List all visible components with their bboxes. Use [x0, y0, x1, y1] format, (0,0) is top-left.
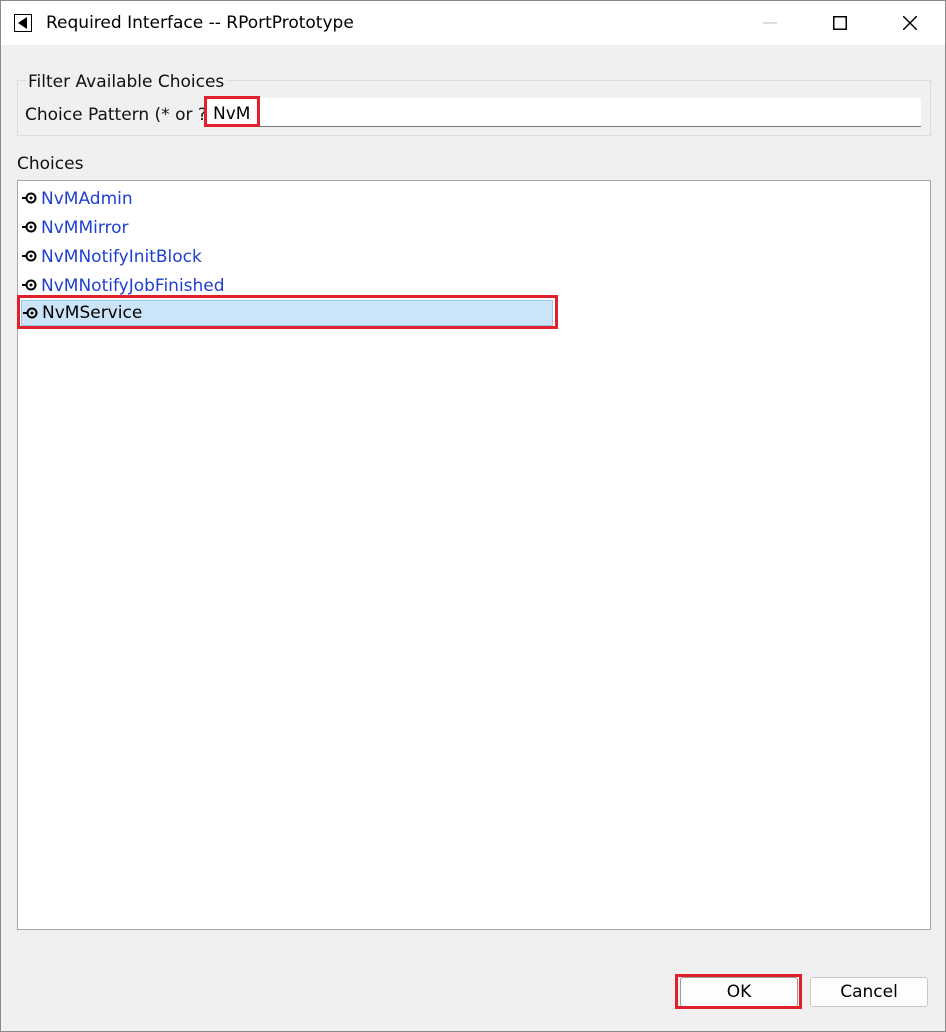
ok-button[interactable]: OK — [680, 977, 798, 1007]
title-bar[interactable]: Required Interface -- RPortPrototype — [1, 1, 945, 45]
port-interface-icon — [22, 250, 37, 262]
window-title: Required Interface -- RPortPrototype — [46, 13, 354, 33]
choice-item-label: NvMNotifyInitBlock — [41, 247, 202, 267]
port-interface-icon — [23, 307, 38, 319]
close-icon — [903, 16, 917, 30]
maximize-button[interactable] — [805, 1, 875, 45]
choices-label: Choices — [17, 154, 84, 174]
app-back-arrow-icon[interactable] — [14, 14, 32, 32]
choice-item-label: NvMAdmin — [41, 189, 133, 209]
choice-item-label: NvMService — [42, 303, 143, 323]
minimize-icon — [763, 22, 777, 24]
dialog-window: Required Interface -- RPortPrototype Fil… — [0, 0, 946, 1032]
port-interface-icon — [22, 279, 37, 291]
cancel-button[interactable]: Cancel — [810, 977, 928, 1007]
port-interface-icon — [22, 221, 37, 233]
port-interface-icon — [22, 192, 37, 204]
maximize-icon — [833, 16, 847, 30]
choice-pattern-input[interactable] — [205, 98, 921, 127]
choices-list[interactable]: NvMAdmin NvMMirror NvMNotifyInitBlock Nv… — [17, 180, 931, 930]
minimize-button[interactable] — [735, 1, 805, 45]
choice-item-label: NvMMirror — [41, 218, 129, 238]
choice-item-nvmservice[interactable]: NvMService — [21, 300, 553, 326]
choice-item-label: NvMNotifyJobFinished — [41, 276, 225, 296]
choice-pattern-label: Choice Pattern (* or ?) — [25, 105, 214, 125]
filter-group-label: Filter Available Choices — [26, 72, 227, 92]
close-button[interactable] — [875, 1, 945, 45]
